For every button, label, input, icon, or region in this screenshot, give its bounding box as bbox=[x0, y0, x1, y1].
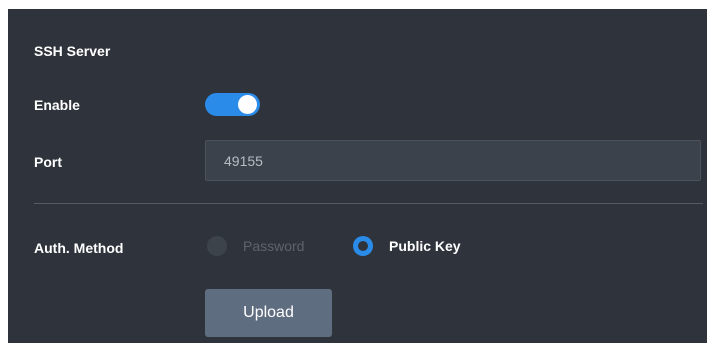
enable-label: Enable bbox=[34, 97, 80, 113]
radio-password-label: Password bbox=[243, 238, 305, 254]
radio-public-key[interactable]: Public Key bbox=[353, 235, 461, 257]
radio-public-key-label: Public Key bbox=[389, 238, 461, 254]
auth-method-label: Auth. Method bbox=[34, 240, 124, 256]
radio-password-circle[interactable] bbox=[207, 236, 227, 256]
upload-button[interactable]: Upload bbox=[205, 289, 332, 337]
ssh-server-panel: SSH Server Enable Port Auth. Method Pass… bbox=[8, 9, 707, 343]
port-label: Port bbox=[34, 154, 62, 170]
enable-toggle[interactable] bbox=[205, 93, 260, 116]
radio-public-key-circle[interactable] bbox=[353, 236, 373, 256]
toggle-knob bbox=[238, 95, 257, 114]
divider bbox=[34, 203, 703, 204]
section-title: SSH Server bbox=[34, 43, 111, 59]
port-input[interactable] bbox=[205, 140, 701, 181]
radio-password[interactable]: Password bbox=[207, 235, 304, 257]
